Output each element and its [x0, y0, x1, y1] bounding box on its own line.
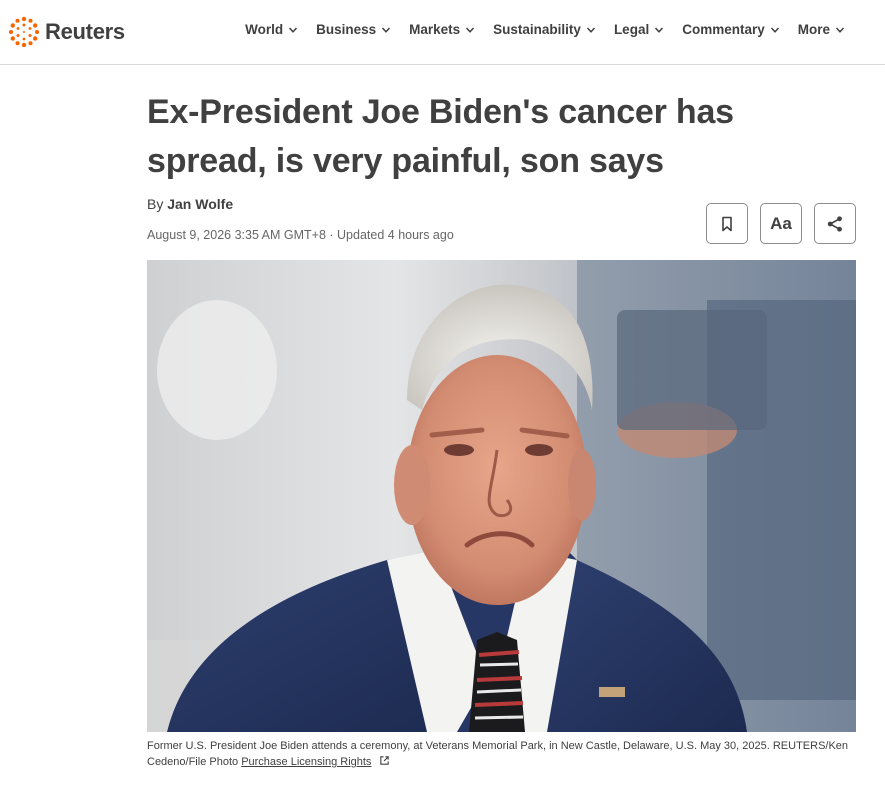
bookmark-button[interactable] — [706, 203, 748, 244]
portrait-photo-image — [147, 260, 856, 732]
chevron-down-icon — [655, 26, 664, 33]
nav-item-label: Legal — [613, 22, 650, 37]
nav-item-label: Commentary — [682, 22, 765, 37]
byline: By Jan Wolfe — [147, 196, 233, 212]
photo-caption: Former U.S. President Joe Biden attends … — [147, 738, 862, 770]
nav-item-label: Business — [316, 22, 377, 37]
reuters-logo[interactable]: Reuters — [8, 16, 125, 48]
purchase-licensing-link[interactable]: Purchase Licensing Rights — [241, 756, 371, 768]
chevron-down-icon — [770, 26, 779, 33]
reuters-logo-icon — [9, 16, 39, 48]
author-link[interactable]: Jan Wolfe — [167, 196, 233, 212]
nav-item-world[interactable]: World — [245, 22, 298, 37]
nav-item-label: More — [797, 22, 830, 37]
byline-prefix: By — [147, 196, 168, 212]
share-icon — [827, 215, 842, 232]
nav-item-more[interactable]: More — [798, 22, 845, 37]
article-tools: Aa — [706, 203, 856, 244]
chevron-down-icon — [289, 26, 298, 33]
font-size-label: Aa — [770, 213, 792, 233]
nav-item-label: Sustainability — [493, 22, 581, 37]
nav-item-legal[interactable]: Legal — [614, 22, 664, 37]
article-dateline: August 9, 2026 3:35 AM GMT+8 · Updated 4… — [147, 228, 454, 242]
bookmark-icon — [722, 216, 732, 231]
chevron-down-icon — [382, 26, 391, 33]
logo-wordmark: Reuters — [45, 19, 125, 44]
top-navigation-bar: Reuters World Business Markets Sustainab… — [0, 0, 885, 65]
font-size-button[interactable]: Aa — [760, 203, 802, 244]
nav-item-commentary[interactable]: Commentary — [682, 22, 780, 37]
article-headline: Ex-President Joe Biden's cancer has spre… — [147, 93, 734, 180]
chevron-down-icon — [835, 26, 845, 33]
chevron-down-icon — [586, 26, 595, 33]
chevron-down-icon — [466, 26, 475, 33]
share-button[interactable] — [814, 203, 856, 244]
nav-item-business[interactable]: Business — [316, 22, 391, 37]
nav-item-markets[interactable]: Markets — [409, 22, 475, 37]
nav-item-label: Markets — [409, 22, 461, 37]
nav-item-label: World — [245, 22, 284, 37]
article-photo[interactable] — [147, 260, 856, 732]
external-link-icon[interactable] — [379, 755, 390, 766]
main-nav: World Business Markets Sustainability Le… — [245, 22, 845, 37]
nav-item-sustainability[interactable]: Sustainability — [493, 22, 596, 37]
